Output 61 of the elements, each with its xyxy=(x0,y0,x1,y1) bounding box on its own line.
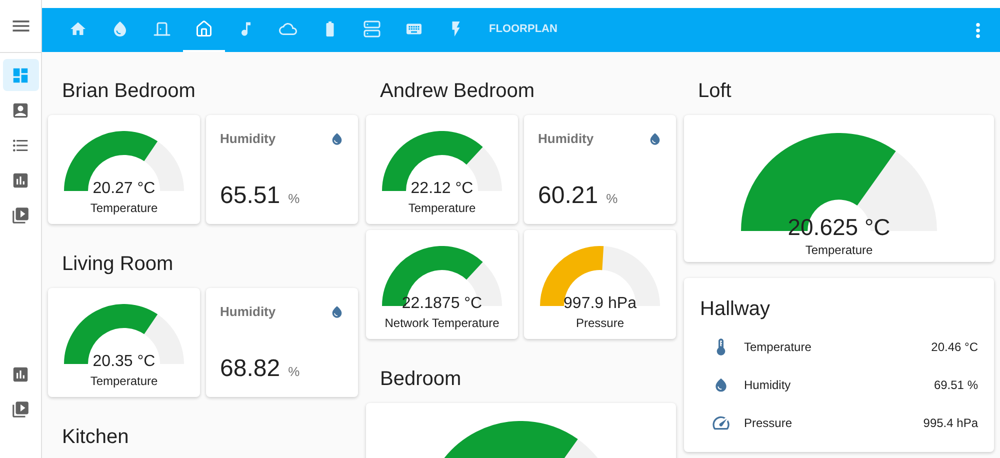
person-card-icon xyxy=(11,100,30,120)
entity-value: 69.51 % xyxy=(934,377,978,394)
gauge-label: Temperature xyxy=(408,200,476,217)
entity-name[interactable]: Temperature xyxy=(744,338,932,356)
gauge-value: 20.27 °C xyxy=(92,181,156,197)
section-heading: Living Room xyxy=(62,252,174,277)
sensor-card[interactable]: Humidity 60.21 % xyxy=(524,115,676,224)
section-heading: Andrew Bedroom xyxy=(380,79,535,104)
sensor-name: Humidity xyxy=(220,303,276,321)
gauge-value: 22.1875 °C xyxy=(402,296,482,312)
section-heading: Bedroom xyxy=(380,367,462,392)
home-icon xyxy=(69,20,87,38)
gauge-value: 22.12 °C xyxy=(410,181,474,197)
video-library-icon xyxy=(11,400,30,418)
video-library-icon xyxy=(11,206,30,224)
sensor-name: Humidity xyxy=(538,130,594,148)
bar-chart-icon xyxy=(11,364,30,384)
gauge-card[interactable]: 20.35 °C Temperature xyxy=(48,288,200,397)
sensor-card[interactable]: Humidity 68.82 % xyxy=(206,288,358,397)
gauge-label: Temperature xyxy=(90,373,158,390)
sidebar-item[interactable] xyxy=(2,59,38,91)
sensor-value: 60.21 xyxy=(538,184,598,208)
door-icon xyxy=(153,20,171,38)
gauge-label: Network Temperature xyxy=(384,315,500,332)
water-drop-icon xyxy=(648,132,662,146)
gauge-value: 20.625 °C xyxy=(788,216,890,239)
cloud-icon xyxy=(279,20,297,38)
bar-chart-icon xyxy=(11,170,30,190)
gauge-label: Temperature xyxy=(805,242,873,259)
gauge-card[interactable]: 997.9 hPa Pressure xyxy=(524,230,676,339)
water-drop-icon xyxy=(111,20,129,38)
gauge-card[interactable]: 20.27 °C Temperature xyxy=(48,115,200,224)
section-heading: Loft xyxy=(698,79,732,104)
sensor-unit: % xyxy=(288,362,300,380)
sensor-unit: % xyxy=(606,190,618,208)
section-heading: Brian Bedroom xyxy=(62,79,196,104)
gauge-value: 997.9 hPa xyxy=(564,296,636,312)
dashboard-icon xyxy=(11,66,30,84)
card-title: Hallway xyxy=(700,297,772,322)
entity-name[interactable]: Humidity xyxy=(744,376,934,394)
entity-name[interactable]: Pressure xyxy=(744,414,924,432)
sensor-unit: % xyxy=(288,190,300,208)
gauge-card[interactable]: 22.1875 °C Network Temperature xyxy=(366,230,518,339)
gauge-value: 20.35 °C xyxy=(92,354,156,370)
sensor-card[interactable]: Humidity 65.51 % xyxy=(206,115,358,224)
sensor-value: 65.51 xyxy=(220,184,280,208)
entity-value: 995.4 hPa xyxy=(923,415,978,432)
house-icon xyxy=(195,20,213,38)
water-drop-icon xyxy=(713,377,729,393)
gauge-card[interactable]: 22.12 °C Temperature xyxy=(366,115,518,224)
entity-value: 20.46 °C xyxy=(931,339,978,356)
sensor-value: 68.82 xyxy=(220,356,280,380)
server-icon xyxy=(363,20,381,38)
water-drop-icon xyxy=(330,304,344,319)
more-icon xyxy=(976,22,980,38)
gauge-card[interactable]: 20.625 °C Temperature xyxy=(684,115,994,262)
gauge-label: Pressure xyxy=(576,315,624,332)
section-heading: Kitchen xyxy=(62,425,129,450)
sensor-name: Humidity xyxy=(220,130,276,148)
water-drop-icon xyxy=(330,132,344,146)
gauge-label: Temperature xyxy=(90,200,158,217)
